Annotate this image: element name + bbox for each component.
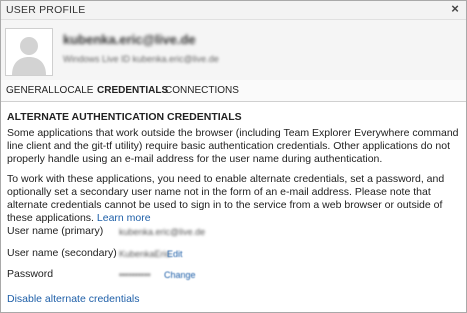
edit-secondary-link[interactable]: Edit bbox=[167, 249, 183, 259]
user-account-line: Windows Live ID kubenka.eric@live.de bbox=[63, 54, 219, 64]
instructions-paragraph: To work with these applications, you nee… bbox=[7, 173, 459, 225]
primary-username-label: User name (primary) bbox=[7, 225, 104, 237]
title-bar: USER PROFILE × bbox=[1, 1, 466, 20]
password-label: Password bbox=[7, 268, 54, 280]
tab-bar: GENERAL LOCALE CREDENTIALS CONNECTIONS bbox=[1, 80, 466, 102]
learn-more-link[interactable]: Learn more bbox=[97, 212, 151, 224]
user-email: kubenka.eric@live.de bbox=[63, 32, 196, 47]
avatar bbox=[5, 28, 53, 76]
secondary-username-label: User name (secondary) bbox=[7, 247, 117, 259]
close-icon[interactable]: × bbox=[448, 2, 462, 16]
tab-general[interactable]: GENERAL bbox=[6, 85, 54, 96]
change-password-link[interactable]: Change bbox=[164, 270, 196, 280]
tab-connections[interactable]: CONNECTIONS bbox=[165, 85, 239, 96]
section-heading: ALTERNATE AUTHENTICATION CREDENTIALS bbox=[7, 111, 242, 123]
user-profile-dialog: USER PROFILE × kubenka.eric@live.de Wind… bbox=[0, 0, 467, 313]
password-value: •••••••••• bbox=[119, 270, 151, 280]
instructions-text: To work with these applications, you nee… bbox=[7, 173, 445, 224]
intro-paragraph: Some applications that work outside the … bbox=[7, 127, 459, 165]
primary-username-value: kubenka.eric@live.de bbox=[119, 227, 206, 237]
tab-credentials[interactable]: CREDENTIALS bbox=[97, 85, 168, 96]
dialog-title: USER PROFILE bbox=[6, 4, 86, 16]
tab-locale[interactable]: LOCALE bbox=[54, 85, 93, 96]
person-silhouette-icon bbox=[6, 29, 52, 75]
secondary-username-value: KubenkaEric bbox=[119, 249, 171, 259]
disable-credentials-link[interactable]: Disable alternate credentials bbox=[7, 293, 140, 305]
profile-header: kubenka.eric@live.de Windows Live ID kub… bbox=[1, 20, 466, 80]
